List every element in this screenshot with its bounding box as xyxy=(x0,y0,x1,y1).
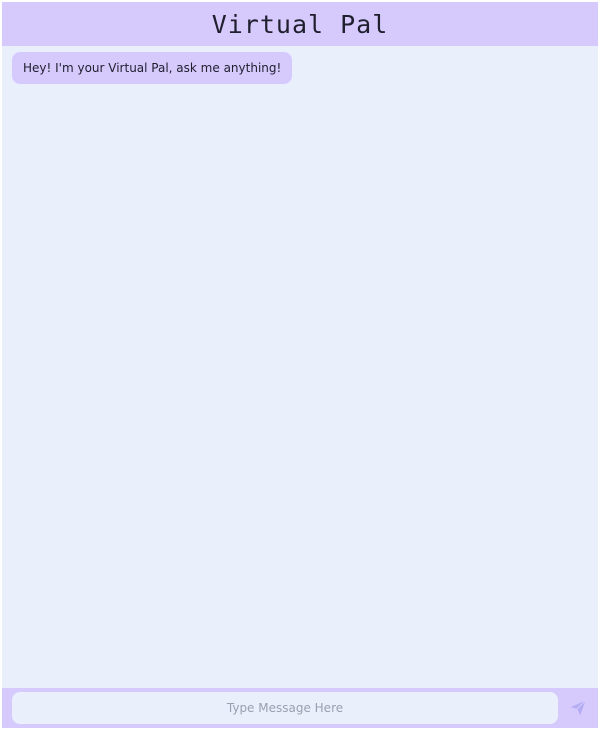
composer-bar xyxy=(2,688,598,728)
app-title: Virtual Pal xyxy=(211,9,389,39)
message-list[interactable]: Hey! I'm your Virtual Pal, ask me anythi… xyxy=(2,46,598,688)
chat-window: Virtual Pal Hey! I'm your Virtual Pal, a… xyxy=(2,2,598,728)
send-icon xyxy=(570,700,586,716)
send-button[interactable] xyxy=(566,696,590,720)
header-bar: Virtual Pal xyxy=(2,2,598,46)
message-input[interactable] xyxy=(12,692,558,724)
bot-message: Hey! I'm your Virtual Pal, ask me anythi… xyxy=(12,52,293,84)
